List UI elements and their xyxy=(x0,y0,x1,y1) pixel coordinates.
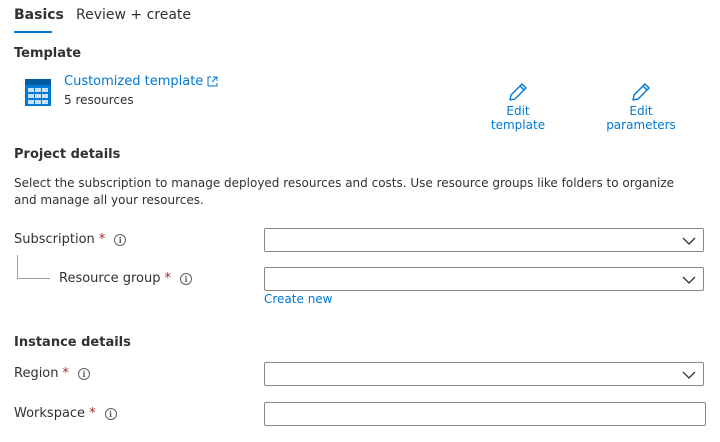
customized-template-link[interactable]: Customized template xyxy=(64,74,218,89)
required-marker: * xyxy=(98,232,106,247)
template-heading: Template xyxy=(14,46,82,61)
edit-parameters-label: Edit parameters xyxy=(606,104,676,132)
resource-group-label-text: Resource group xyxy=(59,271,161,286)
subscription-label-text: Subscription xyxy=(14,232,95,247)
info-icon[interactable]: i xyxy=(104,407,117,420)
template-grid-icon xyxy=(25,79,51,106)
workspace-input[interactable] xyxy=(264,402,706,426)
project-details-heading: Project details xyxy=(14,147,121,162)
edit-parameters-button[interactable]: Edit parameters xyxy=(594,82,688,132)
tab-review-create[interactable]: Review + create xyxy=(76,7,191,23)
region-dropdown[interactable] xyxy=(264,362,704,386)
chevron-down-icon xyxy=(682,276,696,284)
create-new-link[interactable]: Create new xyxy=(264,292,333,306)
pencil-icon xyxy=(632,83,650,101)
workspace-label: Workspace * i xyxy=(14,406,117,421)
resource-group-label: Resource group * i xyxy=(59,271,193,286)
info-icon[interactable]: i xyxy=(180,272,193,285)
chevron-down-icon xyxy=(682,237,696,245)
template-name: Customized template xyxy=(64,74,204,89)
tab-basics[interactable]: Basics xyxy=(14,7,64,23)
chevron-down-icon xyxy=(682,371,696,379)
active-tab-indicator xyxy=(14,31,52,33)
pencil-icon xyxy=(509,83,527,101)
info-icon[interactable]: i xyxy=(114,233,127,246)
required-marker: * xyxy=(89,406,96,421)
edit-template-button[interactable]: Edit template xyxy=(478,82,558,132)
edit-template-label: Edit template xyxy=(490,104,546,132)
tree-connector-horizontal xyxy=(17,278,50,279)
workspace-label-text: Workspace xyxy=(14,406,86,421)
subscription-dropdown[interactable] xyxy=(264,228,704,252)
region-label: Region * i xyxy=(14,366,91,381)
template-resource-count: 5 resources xyxy=(64,93,134,107)
region-label-text: Region xyxy=(14,366,59,381)
instance-details-heading: Instance details xyxy=(14,335,131,350)
external-link-icon xyxy=(207,76,218,87)
project-details-description: Select the subscription to manage deploy… xyxy=(14,176,675,207)
resource-group-dropdown[interactable] xyxy=(264,267,704,291)
required-marker: * xyxy=(62,366,70,381)
info-icon[interactable]: i xyxy=(78,367,91,380)
required-marker: * xyxy=(164,271,172,286)
subscription-label: Subscription * i xyxy=(14,232,127,247)
tree-connector-vertical xyxy=(17,255,18,278)
